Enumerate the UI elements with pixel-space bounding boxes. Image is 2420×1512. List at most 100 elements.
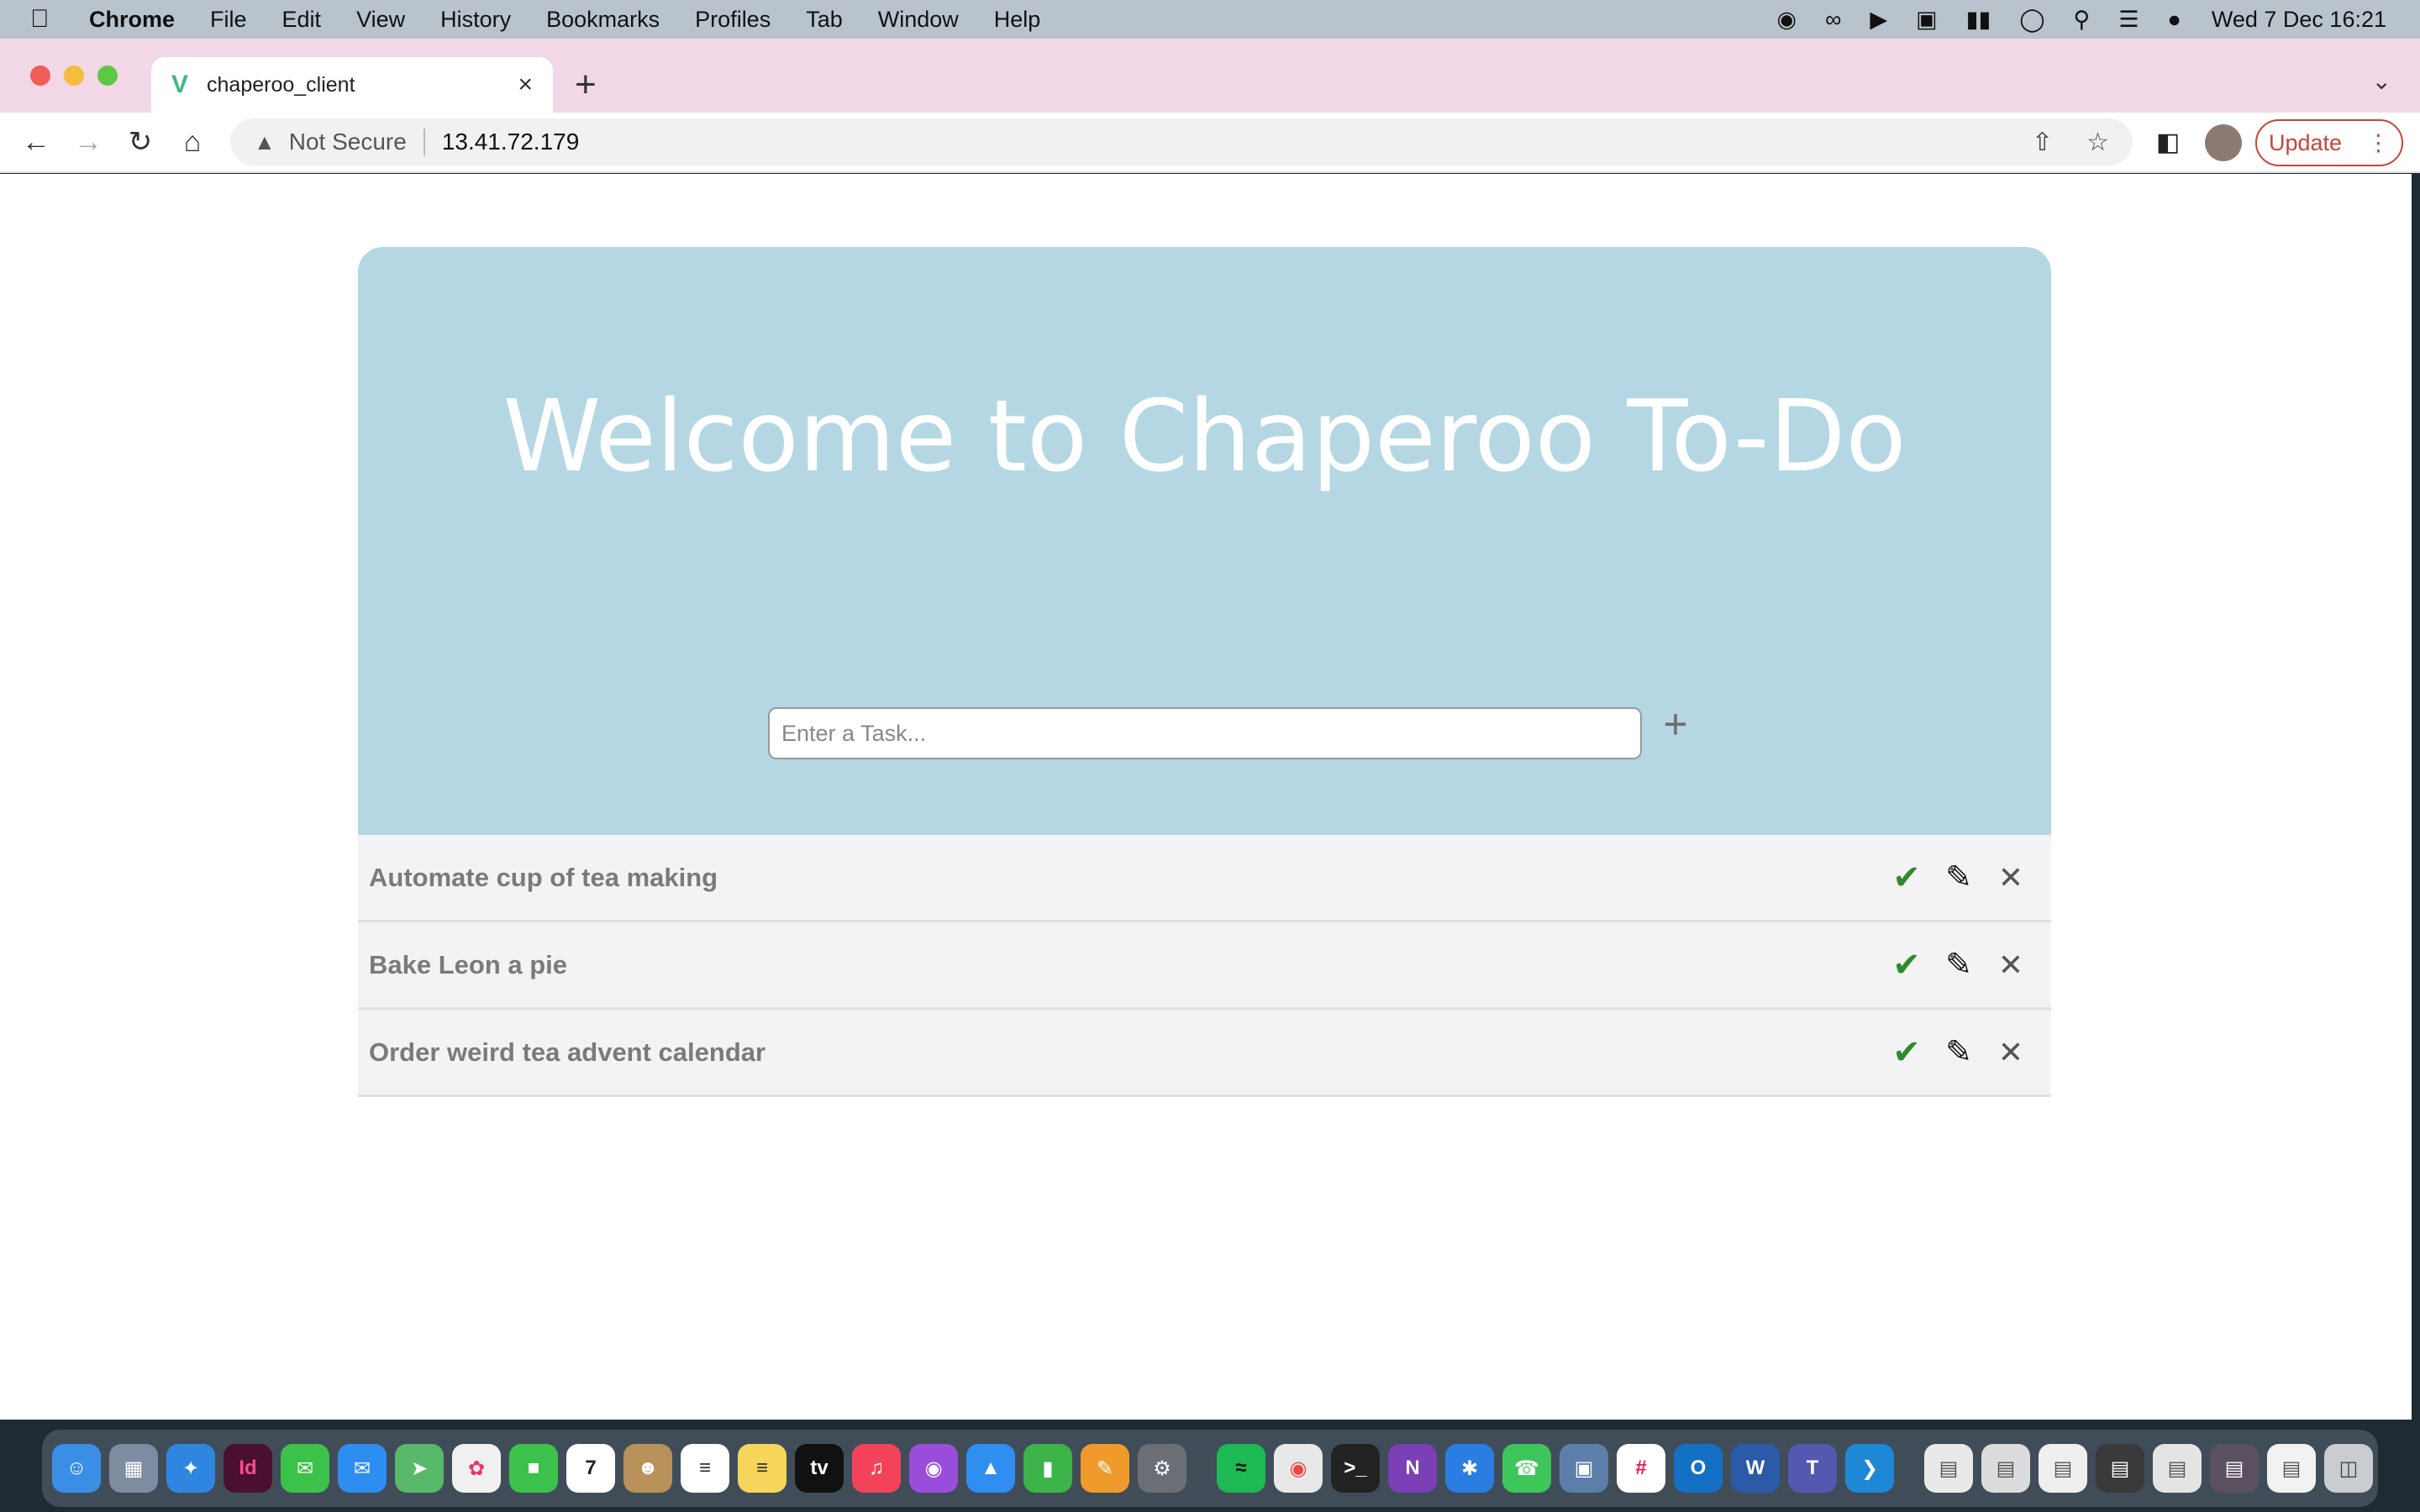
menu-profiles[interactable]: Profiles xyxy=(695,7,771,33)
search-icon[interactable]: ⚲ xyxy=(2074,7,2091,33)
complete-check-icon[interactable]: ✔ xyxy=(1891,946,1922,984)
finder-icon[interactable]: ☺ xyxy=(52,1444,101,1493)
update-button[interactable]: Update ⋮ xyxy=(2255,119,2403,166)
creative-cloud-icon[interactable]: ∞ xyxy=(1825,7,1841,33)
teams-icon[interactable]: T xyxy=(1788,1444,1837,1493)
apple-icon[interactable]:  xyxy=(30,5,64,34)
home-icon[interactable]: ⌂ xyxy=(176,126,208,159)
minimize-window-button[interactable] xyxy=(64,66,84,86)
recent-document-icon[interactable]: ▤ xyxy=(2267,1444,2316,1493)
vscode-icon[interactable]: ❯ xyxy=(1845,1444,1894,1493)
recent-window-icon[interactable]: ▤ xyxy=(2210,1444,2259,1493)
menu-file[interactable]: File xyxy=(210,7,247,33)
menubar-clock[interactable]: Wed 7 Dec 16:21 xyxy=(2212,7,2386,33)
menu-app-chrome[interactable]: Chrome xyxy=(89,7,175,33)
reload-icon[interactable]: ↻ xyxy=(124,125,156,159)
close-tab-icon[interactable]: × xyxy=(518,71,533,99)
add-task-button[interactable]: + xyxy=(1657,701,1694,751)
menu-bookmarks[interactable]: Bookmarks xyxy=(546,7,660,33)
battery-icon[interactable]: ▮▮ xyxy=(1966,7,1991,33)
numbers-icon[interactable]: ▮ xyxy=(1023,1444,1072,1493)
calendar-icon[interactable]: 7 xyxy=(566,1444,615,1493)
recent-window-icon[interactable]: ▤ xyxy=(2153,1444,2202,1493)
delete-x-icon[interactable]: ✕ xyxy=(1996,948,2026,983)
grammarly-icon[interactable]: ◉ xyxy=(1777,7,1797,33)
podcasts-icon[interactable]: ◉ xyxy=(909,1444,958,1493)
delete-x-icon[interactable]: ✕ xyxy=(1996,1035,2026,1070)
tab-chaperoo-client[interactable]: V chaperoo_client × xyxy=(151,57,553,113)
preview-icon[interactable]: ▣ xyxy=(1560,1444,1608,1493)
whatsapp-icon[interactable]: ☎ xyxy=(1502,1444,1551,1493)
word-icon[interactable]: W xyxy=(1731,1444,1780,1493)
onenote-icon[interactable]: N xyxy=(1388,1444,1437,1493)
menu-history[interactable]: History xyxy=(440,7,511,33)
task-label: Automate cup of tea making xyxy=(369,862,718,892)
launchpad-icon[interactable]: ▦ xyxy=(109,1444,158,1493)
more-menu-icon[interactable]: ⋮ xyxy=(2367,130,2390,156)
side-panel-icon[interactable]: ◧ xyxy=(2156,128,2180,157)
address-bar-actions: ⇧ ☆ xyxy=(2032,128,2109,157)
profile-avatar[interactable] xyxy=(2205,124,2242,161)
zoom-window-button[interactable] xyxy=(97,66,118,86)
recent-document-icon[interactable]: ▤ xyxy=(1981,1444,2030,1493)
recent-document-icon[interactable]: ▤ xyxy=(2039,1444,2087,1493)
apple-tv-icon[interactable]: tv xyxy=(795,1444,844,1493)
chrome-icon[interactable]: ◉ xyxy=(1274,1444,1323,1493)
menu-help[interactable]: Help xyxy=(994,7,1041,33)
safari-icon[interactable]: ✦ xyxy=(166,1444,215,1493)
close-window-button[interactable] xyxy=(30,66,50,86)
complete-check-icon[interactable]: ✔ xyxy=(1891,1033,1922,1072)
spotify-icon[interactable]: ≈ xyxy=(1217,1444,1265,1493)
forward-arrow-icon[interactable]: → xyxy=(72,126,104,159)
facetime-icon[interactable]: ■ xyxy=(509,1444,558,1493)
task-actions: ✔ ✎ ✕ xyxy=(1891,1033,2026,1072)
status-area: ◉ ∞ ▶ ▣ ▮▮ ◯ ⚲ ☰ ● Wed 7 Dec 16:21 xyxy=(1749,7,2386,33)
siri-icon[interactable]: ● xyxy=(2168,7,2181,33)
bookmark-star-icon[interactable]: ☆ xyxy=(2086,128,2109,157)
share-icon[interactable]: ⇧ xyxy=(2032,128,2053,157)
edit-pencil-icon[interactable]: ✎ xyxy=(1944,946,1974,984)
recent-window-icon[interactable]: ▤ xyxy=(2096,1444,2144,1493)
task-row: Automate cup of tea making ✔ ✎ ✕ xyxy=(358,835,2051,922)
menu-window[interactable]: Window xyxy=(878,7,959,33)
system-preferences-icon[interactable]: ⚙ xyxy=(1138,1444,1186,1493)
security-status[interactable]: Not Secure xyxy=(289,129,407,155)
bluetooth-icon[interactable]: ✱ xyxy=(1445,1444,1494,1493)
menu-view[interactable]: View xyxy=(356,7,405,33)
complete-check-icon[interactable]: ✔ xyxy=(1891,858,1922,897)
edit-pencil-icon[interactable]: ✎ xyxy=(1944,1033,1974,1071)
contacts-icon[interactable]: ☻ xyxy=(623,1444,672,1493)
recent-document-icon[interactable]: ▤ xyxy=(1924,1444,1973,1493)
warning-icon[interactable]: ▲ xyxy=(254,129,276,155)
control-center-icon[interactable]: ☰ xyxy=(2118,7,2139,33)
edit-pencil-icon[interactable]: ✎ xyxy=(1944,858,1974,896)
messages-icon[interactable]: ✉ xyxy=(281,1444,329,1493)
keyboard-input-icon[interactable]: ▣ xyxy=(1916,7,1938,33)
menu-tab[interactable]: Tab xyxy=(806,7,843,33)
trash-icon[interactable]: ◫ xyxy=(2324,1444,2373,1493)
play-icon[interactable]: ▶ xyxy=(1870,7,1887,33)
delete-x-icon[interactable]: ✕ xyxy=(1996,860,2026,895)
new-tab-button[interactable]: + xyxy=(575,64,597,106)
indesign-icon[interactable]: Id xyxy=(224,1444,272,1493)
maps-icon[interactable]: ➤ xyxy=(395,1444,444,1493)
wifi-icon[interactable]: ◯ xyxy=(2019,7,2044,33)
music-icon[interactable]: ♫ xyxy=(852,1444,901,1493)
terminal-icon[interactable]: >_ xyxy=(1331,1444,1380,1493)
menu-edit[interactable]: Edit xyxy=(282,7,322,33)
browser-tabstrip: V chaperoo_client × + ⌄ xyxy=(0,39,2420,113)
photos-icon[interactable]: ✿ xyxy=(452,1444,501,1493)
tab-search-chevron-icon[interactable]: ⌄ xyxy=(2372,67,2391,95)
vue-favicon-icon: V xyxy=(171,71,189,98)
task-input[interactable] xyxy=(768,707,1642,759)
slack-icon[interactable]: # xyxy=(1617,1444,1665,1493)
notes-icon[interactable]: ≡ xyxy=(738,1444,786,1493)
address-bar[interactable]: ▲ Not Secure 13.41.72.179 ⇧ ☆ xyxy=(230,118,2133,165)
back-arrow-icon[interactable]: ← xyxy=(20,126,52,159)
reminders-icon[interactable]: ≡ xyxy=(681,1444,729,1493)
mail-icon[interactable]: ✉ xyxy=(338,1444,387,1493)
keynote-icon[interactable]: ▲ xyxy=(966,1444,1015,1493)
url-text[interactable]: 13.41.72.179 xyxy=(442,129,580,155)
pages-icon[interactable]: ✎ xyxy=(1081,1444,1129,1493)
outlook-icon[interactable]: O xyxy=(1674,1444,1723,1493)
